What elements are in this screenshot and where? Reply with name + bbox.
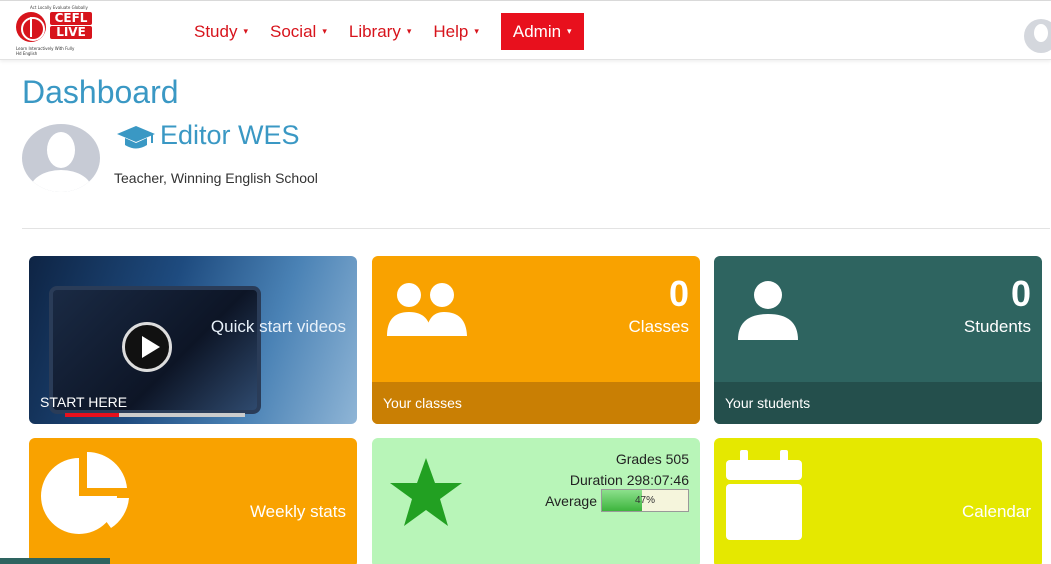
nav-help[interactable]: Help ▾	[433, 13, 479, 50]
page-title: Dashboard	[22, 74, 179, 110]
nav-library[interactable]: Library ▾	[349, 13, 412, 50]
weekly-stats-label: Weekly stats	[249, 502, 346, 521]
nav-social-label: Social	[270, 21, 317, 41]
graduation-cap-icon	[117, 126, 155, 149]
logo-word-bottom: LIVE	[50, 26, 92, 39]
classes-count: 0	[668, 273, 689, 314]
start-here-label: START HERE	[40, 394, 128, 410]
grades-tile[interactable]: Grades 505 Duration 298:07:46 Average 47…	[372, 438, 700, 564]
star-icon	[390, 458, 462, 526]
caret-down-icon: ▾	[474, 26, 479, 36]
nav-library-label: Library	[348, 21, 401, 41]
video-progress-fill	[65, 413, 119, 417]
calendar-tile[interactable]: Calendar	[714, 438, 1042, 564]
grades-count: Grades 505	[615, 451, 689, 467]
calendar-icon	[726, 450, 802, 540]
quick-start-videos-label: Quick start videos	[210, 317, 346, 336]
average-label: Average	[545, 493, 597, 509]
caret-down-icon: ▾	[243, 26, 249, 36]
status-strip	[0, 558, 110, 564]
students-label: Students	[963, 317, 1031, 336]
classes-tile[interactable]: 0 Classes Your classes	[372, 256, 700, 424]
nav-social[interactable]: Social ▾	[270, 13, 327, 50]
header-divider	[22, 228, 1050, 229]
avatar-body	[30, 170, 92, 192]
top-navbar: Act Locally Evaluate Globally CEFL LIVE …	[0, 0, 1051, 60]
nav-admin[interactable]: Admin ▾	[500, 13, 584, 50]
user-icon	[738, 281, 798, 340]
students-count: 0	[1010, 273, 1031, 314]
pie-chart-icon	[41, 451, 129, 534]
caret-down-icon: ▾	[567, 26, 572, 36]
caret-down-icon: ▾	[322, 26, 327, 36]
caret-down-icon: ▾	[406, 26, 412, 36]
weekly-stats-tile[interactable]: Weekly stats	[29, 438, 357, 564]
nav-admin-label: Admin	[512, 21, 562, 41]
nav-study[interactable]: Study ▾	[194, 13, 248, 50]
quick-start-videos-tile[interactable]: Quick start videos START HERE	[29, 256, 357, 424]
user-role: Teacher, Winning English School	[114, 170, 318, 186]
nav-study-label: Study	[194, 21, 238, 41]
your-classes-link[interactable]: Your classes	[372, 382, 700, 424]
students-tile[interactable]: 0 Students Your students	[714, 256, 1042, 424]
average-percent: 47%	[634, 495, 655, 506]
logo-subtitle: Learn Interactively With Fully Hd Englis…	[16, 46, 75, 56]
average-progress-bar: 47%	[601, 489, 689, 512]
user-name: Editor WES	[160, 120, 300, 150]
globe-icon	[16, 12, 46, 42]
profile-avatar[interactable]	[22, 124, 100, 192]
users-icon	[387, 283, 467, 336]
nav-help-label: Help	[433, 21, 469, 41]
video-progress-bar	[65, 413, 245, 417]
avatar-head	[47, 132, 75, 168]
logo-tagline: Act Locally Evaluate Globally	[30, 5, 88, 10]
classes-label: Classes	[628, 317, 689, 336]
play-icon[interactable]	[122, 322, 172, 372]
logo-word-top: CEFL	[50, 12, 92, 25]
main-nav: Study ▾ Social ▾ Library ▾ Help ▾ Admin …	[194, 13, 584, 50]
cefl-live-logo[interactable]: Act Locally Evaluate Globally CEFL LIVE …	[14, 5, 114, 57]
logo-wordmark: CEFL LIVE	[50, 12, 92, 40]
calendar-label: Calendar	[962, 502, 1031, 521]
duration-value: Duration 298:07:46	[569, 472, 689, 488]
account-avatar[interactable]	[1024, 19, 1051, 53]
your-students-link[interactable]: Your students	[714, 382, 1042, 424]
